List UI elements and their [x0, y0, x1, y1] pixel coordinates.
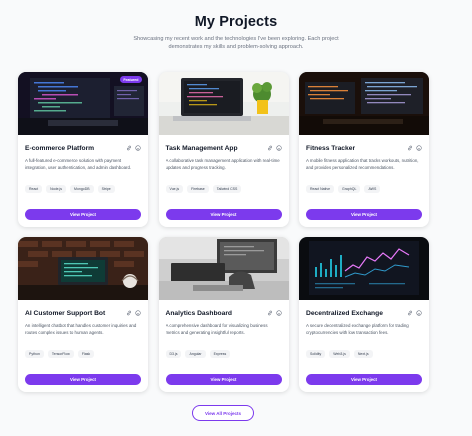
project-image: [18, 237, 148, 300]
tech-tag: Firebase: [187, 185, 209, 193]
project-card-ecommerce: Featured E-commerce Platform A full-feat…: [18, 72, 148, 227]
page-subtitle: Showcasing my recent work and the techno…: [133, 36, 339, 51]
project-title: Fitness Tracker: [306, 145, 356, 152]
tech-tag: Tailwind CSS: [212, 185, 242, 193]
project-card-fitness-tracker: Fitness Tracker A mobile fitness applica…: [299, 72, 429, 227]
project-title: Decentralized Exchange: [306, 310, 383, 317]
tech-tag: TensorFlow: [47, 350, 74, 358]
tech-tag: D3.js: [165, 350, 182, 358]
project-title: AI Customer Support Bot: [25, 310, 106, 317]
github-icon[interactable]: [135, 145, 141, 151]
tech-tag: React: [25, 185, 43, 193]
tech-tag: Web3.js: [329, 350, 350, 358]
github-icon[interactable]: [275, 310, 282, 316]
project-image: [299, 72, 429, 135]
tech-tags: D3.js Angular Express: [165, 350, 282, 358]
view-project-button[interactable]: View Project: [306, 374, 422, 385]
project-card-analytics-dashboard: Analytics Dashboard A comprehensive dash…: [158, 237, 289, 392]
github-icon[interactable]: [275, 145, 282, 151]
view-all-projects-button[interactable]: View All Projects: [192, 405, 254, 421]
tech-tag: Vue.js: [165, 185, 184, 193]
tech-tag: Next.js: [353, 350, 373, 358]
project-description: A secure decentralized exchange platform…: [306, 323, 409, 335]
tech-tags: Python TensorFlow Flask: [25, 350, 141, 358]
page-title: My Projects: [194, 14, 278, 30]
tech-tag: MongoDB: [70, 185, 94, 193]
project-card-ai-support-bot: AI Customer Support Bot An intelligent c…: [18, 237, 148, 392]
project-image: [299, 237, 429, 300]
github-icon[interactable]: [135, 310, 141, 316]
link-icon[interactable]: [407, 310, 413, 316]
view-project-button[interactable]: View Project: [25, 374, 141, 385]
link-icon[interactable]: [407, 145, 413, 151]
view-project-button[interactable]: View Project: [165, 209, 282, 220]
project-image: [158, 72, 289, 135]
tech-tags: Vue.js Firebase Tailwind CSS: [165, 185, 282, 193]
link-icon[interactable]: [126, 310, 132, 316]
tech-tag: Stripe: [97, 185, 115, 193]
tech-tag: Solidity: [306, 350, 326, 358]
github-icon[interactable]: [416, 310, 422, 316]
featured-badge: Featured: [119, 76, 142, 83]
tech-tag: Angular: [185, 350, 206, 358]
project-card-task-management: Task Management App A collaborative task…: [158, 72, 289, 227]
tech-tag: Express: [209, 350, 231, 358]
project-description: An intelligent chatbot that handles cust…: [25, 323, 137, 335]
link-icon[interactable]: [267, 145, 273, 151]
project-description: A full-featured e-commerce solution with…: [25, 158, 132, 170]
link-icon[interactable]: [126, 145, 132, 151]
project-card-decentralized-exchange: Decentralized Exchange A secure decentra…: [299, 237, 429, 392]
github-icon[interactable]: [416, 145, 422, 151]
tech-tags: React Node.js MongoDB Stripe: [25, 185, 141, 193]
project-description: A collaborative task management applicat…: [165, 158, 280, 170]
tech-tag: GraphQL: [338, 185, 361, 193]
project-description: A comprehensive dashboard for visualizin…: [165, 323, 268, 335]
tech-tag: React Native: [306, 185, 335, 193]
project-title: Analytics Dashboard: [165, 310, 233, 317]
section-header: My Projects Showcasing my recent work an…: [0, 14, 472, 52]
tech-tag: AWS: [364, 185, 381, 193]
tech-tag: Python: [25, 350, 44, 358]
project-image: [158, 237, 289, 300]
tech-tags: React Native GraphQL AWS: [306, 185, 422, 193]
view-project-button[interactable]: View Project: [165, 374, 282, 385]
projects-grid: Featured E-commerce Platform A full-feat…: [18, 72, 429, 392]
view-project-button[interactable]: View Project: [25, 209, 141, 220]
project-title: Task Management App: [165, 145, 238, 152]
view-project-button[interactable]: View Project: [306, 209, 422, 220]
tech-tag: Flask: [77, 350, 95, 358]
project-image: Featured: [18, 72, 148, 135]
link-icon[interactable]: [267, 310, 273, 316]
project-title: E-commerce Platform: [25, 145, 95, 152]
tech-tags: Solidity Web3.js Next.js: [306, 350, 422, 358]
project-description: A mobile fitness application that tracks…: [306, 158, 419, 170]
tech-tag: Node.js: [46, 185, 67, 193]
